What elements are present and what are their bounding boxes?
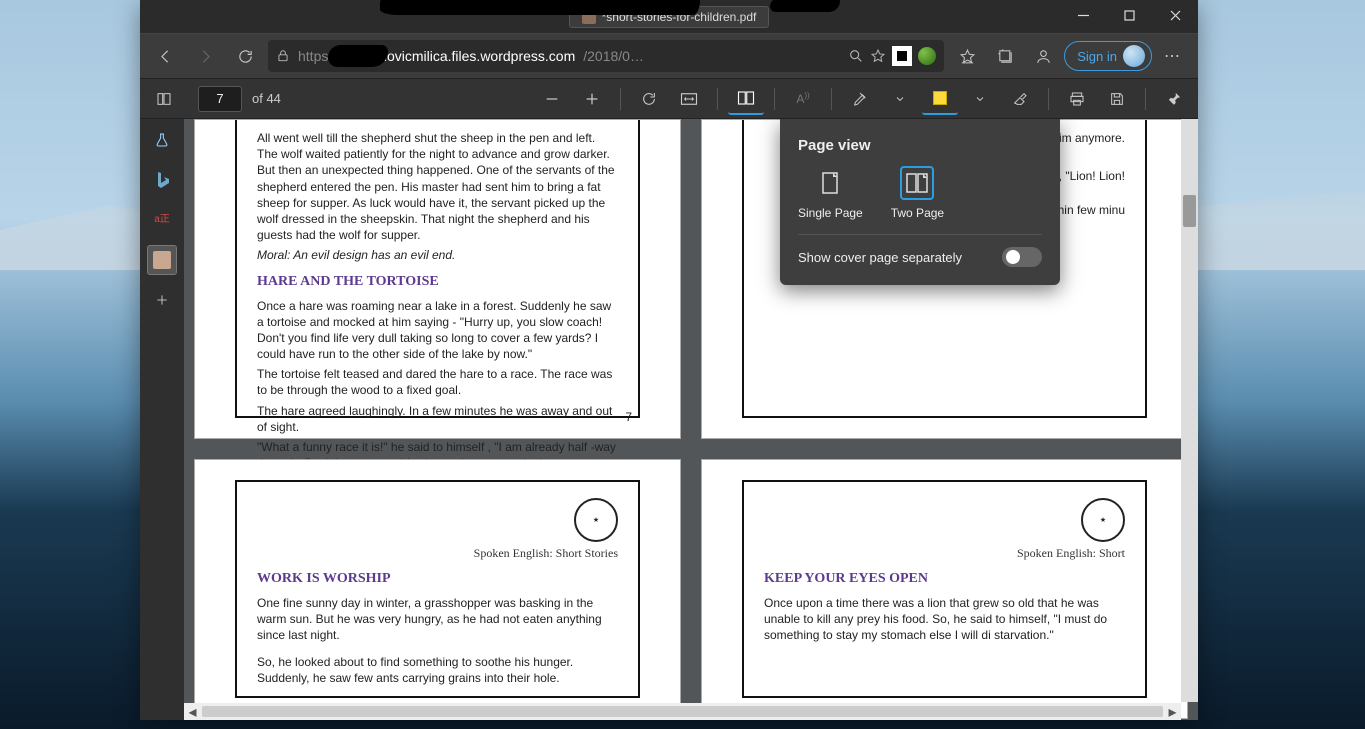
favorites-button[interactable]: [950, 40, 984, 72]
lock-icon: [276, 49, 290, 63]
page-total-label: of 44: [252, 91, 281, 106]
page-header: Spoken English: Short Stories: [257, 546, 618, 561]
favorite-star-icon[interactable]: [870, 48, 886, 64]
story-title: WORK IS WORSHIP: [257, 571, 618, 587]
draw-dropdown[interactable]: [882, 83, 918, 115]
pin-toolbar-button[interactable]: [1156, 83, 1192, 115]
find-icon[interactable]: [848, 48, 864, 64]
cover-page-label: Show cover page separately: [798, 250, 962, 265]
collections-button[interactable]: [988, 40, 1022, 72]
browser-window: *short-stories-for-children.pdf: [140, 0, 1198, 720]
window-close-button[interactable]: [1152, 0, 1198, 30]
vertical-scrollbar[interactable]: [1181, 119, 1198, 702]
popover-title: Page view: [798, 137, 1042, 154]
bing-icon[interactable]: [147, 165, 177, 195]
title-bar: *short-stories-for-children.pdf: [140, 0, 1198, 33]
story-paragraph: Once a hare was roaming near a lake in a…: [257, 298, 618, 363]
scroll-left-icon[interactable]: ◂: [184, 703, 201, 720]
read-aloud-button[interactable]: A)): [785, 83, 821, 115]
story-paragraph: All went well till the shepherd shut the…: [257, 130, 618, 243]
navigation-bar: https:// andonovicmilica.files.wordpress…: [140, 33, 1198, 79]
sign-in-button[interactable]: Sign in: [1064, 41, 1152, 71]
toolbar-separator: [774, 88, 775, 110]
pdf-toolbar: of 44 A)): [140, 79, 1198, 119]
page-header: Spoken English: Short: [764, 546, 1125, 561]
two-page-option[interactable]: Two Page: [891, 166, 944, 220]
url-domain: andonovicmilica.files.wordpress.com: [348, 48, 575, 64]
pdf-page: All went well till the shepherd shut the…: [194, 119, 681, 439]
add-rail-button[interactable]: [147, 285, 177, 315]
story-title: KEEP YOUR EYES OPEN: [764, 571, 1125, 587]
single-page-label: Single Page: [798, 206, 863, 220]
toolbar-separator: [831, 88, 832, 110]
pdf-content-area: a正 All went well till the shepherd shut …: [140, 119, 1198, 720]
browser-tab[interactable]: *short-stories-for-children.pdf: [569, 6, 770, 28]
zoom-out-button[interactable]: [534, 83, 570, 115]
forward-button[interactable]: [188, 40, 222, 72]
scroll-right-icon[interactable]: ▸: [1164, 703, 1181, 720]
pdf-viewport[interactable]: All went well till the shepherd shut the…: [184, 119, 1198, 720]
refresh-button[interactable]: [228, 40, 262, 72]
extension-badge[interactable]: [892, 46, 912, 66]
zoom-in-button[interactable]: [574, 83, 610, 115]
draw-button[interactable]: [842, 83, 878, 115]
horizontal-scrollbar[interactable]: ◂ ▸: [184, 703, 1181, 720]
window-minimize-button[interactable]: [1060, 0, 1106, 30]
sign-in-label: Sign in: [1077, 49, 1117, 64]
extension-orb-icon[interactable]: [918, 47, 936, 65]
single-page-option[interactable]: Single Page: [798, 166, 863, 220]
window-maximize-button[interactable]: [1106, 0, 1152, 30]
erase-button[interactable]: [1002, 83, 1038, 115]
story-paragraph: Once upon a time there was a lion that g…: [764, 595, 1125, 644]
story-paragraph: The hare agreed laughingly. In a few min…: [257, 403, 618, 435]
two-page-label: Two Page: [891, 206, 944, 220]
toolbar-separator: [1145, 88, 1146, 110]
profile-button[interactable]: [1026, 40, 1060, 72]
more-button[interactable]: ⋯: [1156, 40, 1190, 72]
toolbar-separator: [717, 88, 718, 110]
pdf-page: ★ Spoken English: Short KEEP YOUR EYES O…: [701, 459, 1188, 719]
story-title: HARE AND THE TORTOISE: [257, 274, 618, 290]
story-paragraph: So, he looked about to find something to…: [257, 654, 618, 686]
page-number: 7: [625, 410, 632, 424]
seal-icon: ★: [1081, 498, 1125, 542]
story-paragraph: The tortoise felt teased and dared the h…: [257, 366, 618, 398]
rotate-button[interactable]: [631, 83, 667, 115]
tab-favicon: [582, 10, 596, 24]
story-paragraph: One fine sunny day in winter, a grasshop…: [257, 595, 618, 644]
side-rail: a正: [140, 119, 184, 720]
pdf-page: ★ Spoken English: Short Stories WORK IS …: [194, 459, 681, 719]
page-view-button[interactable]: [728, 83, 764, 115]
seal-icon: ★: [574, 498, 618, 542]
url-path: /2018/0…: [583, 48, 644, 64]
back-button[interactable]: [148, 40, 182, 72]
url-protocol: https://: [298, 48, 340, 64]
cover-page-toggle[interactable]: [1002, 247, 1042, 267]
print-button[interactable]: [1059, 83, 1095, 115]
toolbar-separator: [1048, 88, 1049, 110]
highlight-dropdown[interactable]: [962, 83, 998, 115]
tab-title: *short-stories-for-children.pdf: [602, 10, 757, 24]
page-view-popover: Page view Single Page Two Page Show cove…: [780, 119, 1060, 285]
thumbnail-icon[interactable]: [147, 245, 177, 275]
avatar-icon: [1123, 45, 1145, 67]
contents-toggle-button[interactable]: [146, 83, 182, 115]
page-number-input[interactable]: [198, 86, 242, 112]
translate-icon[interactable]: a正: [147, 205, 177, 235]
toolbar-separator: [620, 88, 621, 110]
address-bar[interactable]: https:// andonovicmilica.files.wordpress…: [268, 40, 944, 72]
highlight-button[interactable]: [922, 83, 958, 115]
fit-width-button[interactable]: [671, 83, 707, 115]
beaker-icon[interactable]: [147, 125, 177, 155]
save-button[interactable]: [1099, 83, 1135, 115]
story-moral: Moral: An evil design has an evil end.: [257, 247, 618, 263]
